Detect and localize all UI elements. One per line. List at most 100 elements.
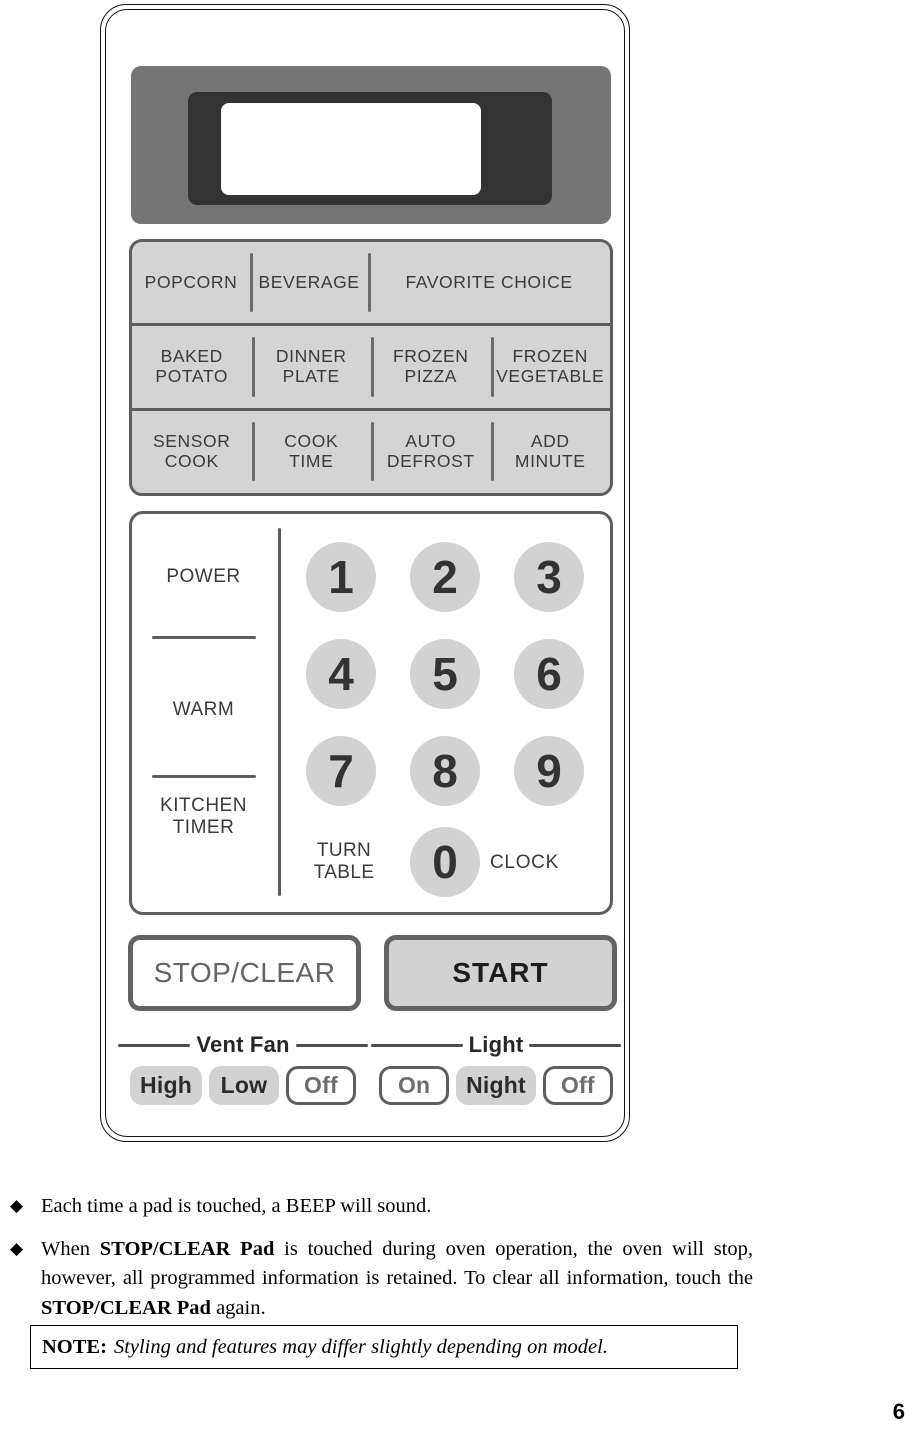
key-2[interactable]: 2	[410, 542, 480, 612]
note-item-2-text-part3: again.	[210, 1296, 266, 1319]
note-item-2-bold-2: STOP/CLEAR Pad	[41, 1296, 211, 1319]
pad-clock-label: CLOCK	[490, 852, 559, 873]
pad-favorite-choice-label: FAVORITE CHOICE	[405, 271, 573, 292]
vent-fan-options: High Low Off	[118, 1066, 368, 1105]
start-button-label: START	[452, 957, 549, 988]
keypad-left-divider-2	[152, 775, 256, 778]
display-screen	[221, 103, 481, 195]
stop-clear-button-label: STOP/CLEAR	[153, 957, 336, 988]
pad-power-label: POWER	[166, 566, 241, 587]
light-group: Light On Night Off	[371, 1032, 622, 1105]
pad-add-minute[interactable]: ADD MINUTE	[490, 411, 611, 492]
pad-kitchen-timer[interactable]: KITCHEN TIMER	[132, 795, 275, 839]
pad-baked-potato-label-line1: BAKED	[160, 346, 223, 367]
note-item-2: ◆ When STOP/CLEAR Pad is touched during o…	[8, 1235, 753, 1324]
light-options: On Night Off	[371, 1066, 621, 1105]
note-item-2-bold-1: STOP/CLEAR Pad	[99, 1237, 275, 1260]
pad-baked-potato[interactable]: BAKED POTATO	[132, 326, 252, 408]
vent-fan-header: Vent Fan	[118, 1032, 369, 1058]
pad-dinner-plate-label-line2: PLATE	[282, 366, 340, 386]
pad-kitchen-timer-label-line1: KITCHEN	[160, 795, 247, 816]
pad-frozen-vegetable[interactable]: FROZEN VEGETABLE	[490, 326, 611, 408]
display-bezel	[131, 66, 611, 224]
pad-sensor-cook-label-line1: SENSOR	[152, 430, 231, 451]
light-header: Light	[371, 1032, 622, 1058]
pad-cook-time-label-line2: TIME	[289, 450, 334, 471]
pad-frozen-pizza[interactable]: FROZEN PIZZA	[371, 326, 491, 408]
keypad-column-divider	[278, 528, 281, 896]
pad-popcorn[interactable]: POPCORN	[132, 242, 250, 323]
pad-frozen-vegetable-label-line2: VEGETABLE	[496, 366, 605, 386]
pad-turntable-label-line1: TURN	[316, 840, 372, 861]
keypad-panel: POWER WARM KITCHEN TIMER 1 2 3 4 5 6 7 8…	[129, 511, 613, 915]
function-pad-row-2: BAKED POTATO DINNER PLATE FROZEN PIZZA F…	[132, 323, 610, 408]
key-9[interactable]: 9	[514, 736, 584, 806]
notes-list: ◆ Each time a pad is touched, a BEEP wil…	[8, 1192, 753, 1336]
light-rule-left	[371, 1043, 463, 1047]
pad-clock[interactable]: CLOCK	[490, 852, 620, 874]
stop-clear-button[interactable]: STOP/CLEAR	[128, 935, 361, 1011]
note-item-1: ◆ Each time a pad is touched, a BEEP wil…	[8, 1192, 753, 1222]
light-night-button[interactable]: Night	[456, 1066, 536, 1105]
light-rule-right	[529, 1043, 622, 1047]
pad-turntable-label-line2: TABLE	[313, 861, 375, 883]
key-7[interactable]: 7	[306, 736, 376, 806]
pad-kitchen-timer-label-line2: TIMER	[172, 816, 235, 838]
start-button[interactable]: START	[384, 935, 617, 1011]
key-3[interactable]: 3	[514, 542, 584, 612]
pad-auto-defrost[interactable]: AUTO DEFROST	[371, 411, 491, 492]
vent-fan-rule-left	[118, 1043, 191, 1047]
control-panel-outer-frame: POPCORN BEVERAGE FAVORITE CHOICE BAKED P…	[100, 4, 630, 1142]
note-callout-box: NOTE: Styling and features may differ sl…	[30, 1325, 738, 1369]
vent-fan-high-button[interactable]: High	[130, 1066, 202, 1105]
pad-add-minute-label-line1: ADD	[530, 430, 570, 451]
vent-fan-low-button[interactable]: Low	[208, 1066, 279, 1105]
pad-popcorn-label: POPCORN	[144, 271, 238, 292]
key-0[interactable]: 0	[410, 827, 480, 897]
pad-baked-potato-label-line2: POTATO	[155, 366, 229, 386]
light-off-button[interactable]: Off	[542, 1066, 613, 1105]
pad-favorite-choice[interactable]: FAVORITE CHOICE	[368, 242, 610, 323]
function-pad: POPCORN BEVERAGE FAVORITE CHOICE BAKED P…	[129, 239, 613, 496]
pad-frozen-vegetable-label-line1: FROZEN	[512, 346, 589, 367]
note-callout-label: NOTE:	[42, 1335, 107, 1358]
light-title: Light	[468, 1032, 524, 1057]
note-item-2-text-part1: When	[41, 1237, 100, 1260]
function-pad-row-1: POPCORN BEVERAGE FAVORITE CHOICE	[132, 242, 610, 323]
pad-sensor-cook-label-line2: COOK	[164, 450, 219, 471]
display-frame	[188, 92, 552, 205]
pad-add-minute-label-line2: MINUTE	[514, 450, 586, 471]
control-panel-inner-frame: POPCORN BEVERAGE FAVORITE CHOICE BAKED P…	[105, 9, 625, 1137]
page-number: 6	[892, 1399, 905, 1424]
pad-dinner-plate-label-line1: DINNER	[275, 346, 347, 367]
pad-frozen-pizza-label-line1: FROZEN	[392, 346, 469, 367]
pad-power[interactable]: POWER	[132, 566, 275, 588]
vent-fan-title: Vent Fan	[196, 1032, 290, 1057]
vent-fan-group: Vent Fan High Low Off	[118, 1032, 369, 1105]
pad-beverage[interactable]: BEVERAGE	[250, 242, 368, 323]
pad-dinner-plate[interactable]: DINNER PLATE	[251, 326, 372, 408]
pad-cook-time[interactable]: COOK TIME	[251, 411, 372, 492]
vent-fan-off-button[interactable]: Off	[285, 1066, 356, 1105]
key-5[interactable]: 5	[410, 639, 480, 709]
pad-auto-defrost-label-line2: DEFROST	[386, 450, 475, 471]
light-on-button[interactable]: On	[379, 1066, 450, 1105]
key-8[interactable]: 8	[410, 736, 480, 806]
key-6[interactable]: 6	[514, 639, 584, 709]
key-4[interactable]: 4	[306, 639, 376, 709]
note-callout-text: Styling and features may differ slightly…	[113, 1335, 608, 1358]
pad-beverage-label: BEVERAGE	[258, 271, 360, 292]
pad-warm[interactable]: WARM	[132, 699, 275, 721]
function-pad-row-3: SENSOR COOK COOK TIME AUTO DEFROST ADD M…	[132, 408, 610, 492]
pad-frozen-pizza-label-line2: PIZZA	[404, 366, 458, 386]
key-1[interactable]: 1	[306, 542, 376, 612]
diamond-bullet-icon: ◆	[10, 1196, 24, 1215]
keypad-left-divider-1	[152, 636, 256, 639]
keypad-left-column: POWER WARM KITCHEN TIMER	[132, 514, 275, 912]
pad-auto-defrost-label-line1: AUTO	[405, 430, 457, 451]
pad-turntable[interactable]: TURN TABLE	[289, 840, 399, 884]
pad-sensor-cook[interactable]: SENSOR COOK	[132, 411, 252, 492]
pad-cook-time-label-line1: COOK	[284, 430, 339, 451]
vent-fan-rule-right	[295, 1043, 369, 1047]
note-item-1-text: Each time a pad is touched, a BEEP will …	[41, 1195, 432, 1217]
